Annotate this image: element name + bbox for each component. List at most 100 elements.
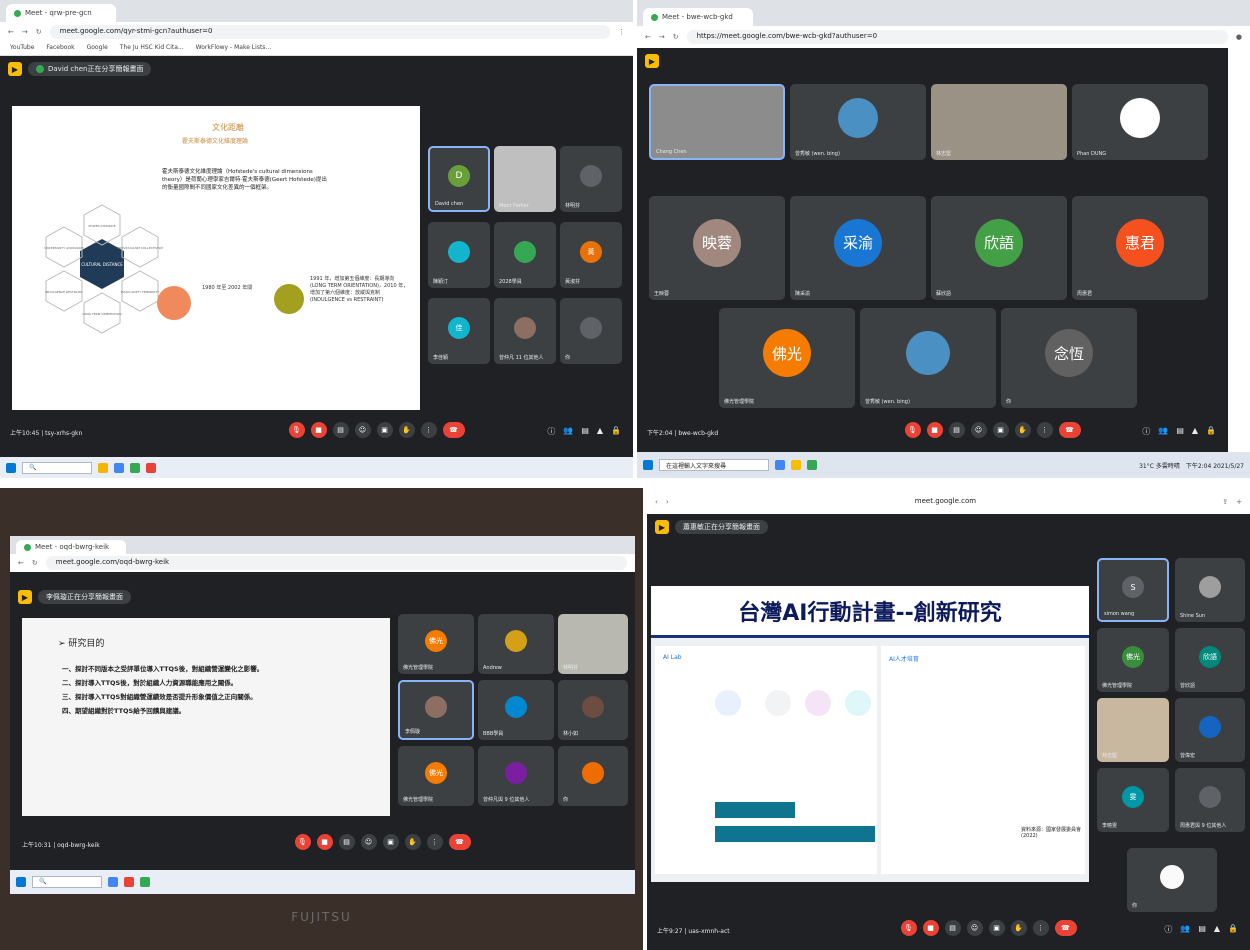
- chat-icon[interactable]: ▤: [581, 426, 589, 437]
- activities-icon[interactable]: ▲: [1214, 924, 1220, 935]
- taskbar-app-icon[interactable]: [775, 460, 785, 470]
- taskbar-app-icon[interactable]: [130, 462, 140, 473]
- participant-tile[interactable]: 映蓉 王映蓉: [649, 196, 785, 300]
- taskbar-app-icon[interactable]: [114, 462, 124, 473]
- taskbar-app-icon[interactable]: [98, 462, 108, 473]
- raise-hand-button[interactable]: ✋: [398, 422, 415, 438]
- taskbar-app-icon[interactable]: [146, 462, 156, 473]
- taskbar-app-icon[interactable]: [807, 460, 817, 470]
- more-options-button[interactable]: ⋮: [426, 834, 443, 850]
- present-button[interactable]: ▣: [992, 422, 1009, 438]
- participant-tile[interactable]: 林小如: [558, 680, 628, 740]
- camera-off-button[interactable]: ■: [922, 920, 939, 936]
- participant-tile[interactable]: 佳 李佳穎: [428, 298, 490, 364]
- mic-off-button[interactable]: 🎙: [294, 834, 311, 850]
- participant-tile[interactable]: 你: [558, 746, 628, 806]
- participant-tile[interactable]: 林明芬: [560, 146, 622, 212]
- url-field[interactable]: meet.google.com: [676, 495, 1215, 509]
- participant-tile[interactable]: 李佩璇: [398, 680, 474, 740]
- present-button[interactable]: ▣: [376, 422, 393, 438]
- raise-hand-button[interactable]: ✋: [1010, 920, 1027, 936]
- lock-icon[interactable]: 🔒: [1206, 426, 1216, 437]
- present-button[interactable]: ▣: [382, 834, 399, 850]
- participant-tile[interactable]: 欣語 曾欣語: [1175, 628, 1245, 692]
- windows-start-icon[interactable]: [6, 462, 16, 473]
- taskbar-app-icon[interactable]: [140, 877, 150, 887]
- people-icon[interactable]: 👥: [1180, 924, 1190, 935]
- back-icon[interactable]: ←: [18, 559, 24, 567]
- camera-off-button[interactable]: ■: [310, 422, 327, 438]
- mic-off-button[interactable]: 🎙: [288, 422, 305, 438]
- activities-icon[interactable]: ▲: [597, 426, 603, 437]
- lock-icon[interactable]: 🔒: [1228, 924, 1238, 935]
- participant-tile[interactable]: 2028學員: [494, 222, 556, 288]
- chat-icon[interactable]: ▤: [1198, 924, 1206, 935]
- emoji-button[interactable]: ☺: [966, 920, 983, 936]
- people-icon[interactable]: 👥: [1158, 426, 1168, 437]
- weather-widget[interactable]: 31°C 多雲時晴: [1139, 461, 1180, 470]
- more-options-button[interactable]: ⋮: [420, 422, 437, 438]
- extensions-icon[interactable]: ⋮: [618, 28, 625, 36]
- captions-button[interactable]: ▤: [948, 422, 965, 438]
- taskbar-app-icon[interactable]: [108, 877, 118, 887]
- url-field[interactable]: https://meet.google.com/bwe-wcb-gkd?auth…: [686, 30, 1228, 44]
- participant-tile[interactable]: 曾仲凡 11 位其他人: [494, 298, 556, 364]
- participant-tile[interactable]: Meet Parker: [494, 146, 556, 212]
- taskbar-search[interactable]: 🔍: [22, 461, 92, 474]
- captions-button[interactable]: ▤: [338, 834, 355, 850]
- browser-tab[interactable]: Meet - qrw-pre-gcn: [6, 4, 116, 22]
- tabs-icon[interactable]: +: [1236, 498, 1242, 506]
- participant-tile[interactable]: 曾秀敏 (wen. bing): [860, 308, 996, 408]
- present-button[interactable]: ▣: [988, 920, 1005, 936]
- participant-tile[interactable]: 林明芬: [558, 614, 628, 674]
- url-field[interactable]: meet.google.com/qyr-stmi-gcn?authuser=0: [49, 25, 610, 39]
- participant-tile[interactable]: 周惠君與 9 位其他人: [1175, 768, 1245, 832]
- forward-icon[interactable]: →: [22, 28, 28, 36]
- browser-tab[interactable]: Meet - bwe-wcb-gkd: [643, 8, 753, 26]
- bookmark-item[interactable]: YouTube: [10, 44, 34, 53]
- emoji-button[interactable]: ☺: [970, 422, 987, 438]
- activities-icon[interactable]: ▲: [1192, 426, 1198, 437]
- participant-tile[interactable]: Shine Sun: [1175, 558, 1245, 622]
- leave-call-button[interactable]: ☎: [442, 422, 465, 438]
- captions-button[interactable]: ▤: [944, 920, 961, 936]
- taskbar-app-icon[interactable]: [124, 877, 134, 887]
- participant-tile[interactable]: 林志堅: [931, 84, 1067, 160]
- participant-tile[interactable]: 佛光 佛光管理學院: [1097, 628, 1169, 692]
- participant-tile[interactable]: 黃 黃淑芬: [560, 222, 622, 288]
- participant-tile[interactable]: 你: [560, 298, 622, 364]
- more-options-button[interactable]: ⋮: [1032, 920, 1049, 936]
- lock-icon[interactable]: 🔒: [611, 426, 621, 437]
- raise-hand-button[interactable]: ✋: [1014, 422, 1031, 438]
- participant-tile[interactable]: 你: [1127, 848, 1217, 912]
- windows-start-icon[interactable]: [643, 460, 653, 470]
- taskbar-search[interactable]: 🔍: [32, 876, 102, 888]
- more-options-button[interactable]: ⋮: [1036, 422, 1053, 438]
- forward-icon[interactable]: →: [659, 33, 665, 41]
- bookmark-item[interactable]: Google: [87, 44, 108, 53]
- windows-start-icon[interactable]: [16, 877, 26, 887]
- participant-tile[interactable]: 曾仲凡與 9 位其他人: [478, 746, 554, 806]
- chat-icon[interactable]: ▤: [1176, 426, 1184, 437]
- reload-icon[interactable]: ↻: [673, 33, 679, 41]
- raise-hand-button[interactable]: ✋: [404, 834, 421, 850]
- participant-tile[interactable]: 欣語 蘇欣語: [931, 196, 1067, 300]
- participant-tile[interactable]: 陳穎汀: [428, 222, 490, 288]
- bookmark-item[interactable]: The Ju HSC Kid Cita...: [120, 44, 184, 53]
- reload-icon[interactable]: ↻: [36, 28, 42, 36]
- participant-tile[interactable]: 佛光 佛光管理學院: [719, 308, 855, 408]
- bookmark-item[interactable]: Facebook: [46, 44, 74, 53]
- captions-button[interactable]: ▤: [332, 422, 349, 438]
- participant-tile[interactable]: 曾秀敏 (wen. bing): [790, 84, 926, 160]
- participant-tile[interactable]: 惠君 周惠君: [1072, 196, 1208, 300]
- bookmark-item[interactable]: WorkFlowy - Make Lists...: [196, 44, 271, 53]
- leave-call-button[interactable]: ☎: [1058, 422, 1081, 438]
- share-icon[interactable]: ⇪: [1222, 498, 1228, 506]
- participant-tile[interactable]: Phan DUNG: [1072, 84, 1208, 160]
- participant-tile[interactable]: D David chen: [428, 146, 490, 212]
- back-icon[interactable]: ←: [645, 33, 651, 41]
- info-icon[interactable]: ⓘ: [1142, 426, 1150, 437]
- participant-tile[interactable]: S simon wang: [1097, 558, 1169, 622]
- emoji-button[interactable]: ☺: [360, 834, 377, 850]
- back-icon[interactable]: ←: [8, 28, 14, 36]
